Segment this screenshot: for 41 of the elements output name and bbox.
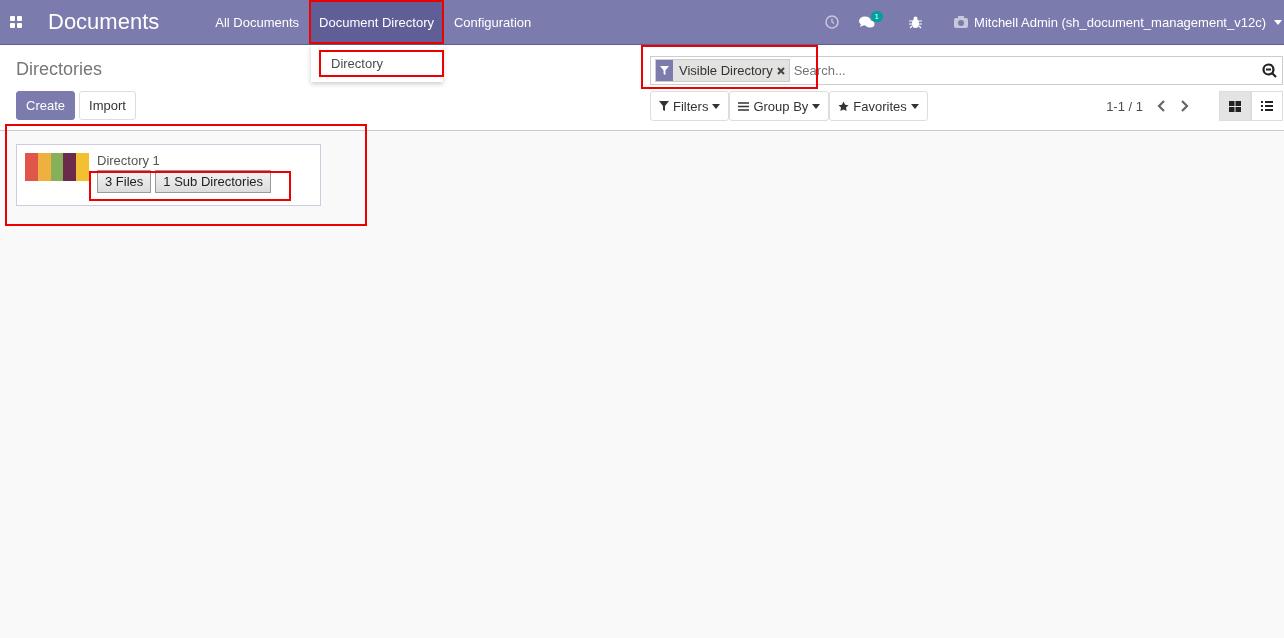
import-button[interactable]: Import: [79, 91, 136, 120]
list-lines-icon: [738, 101, 750, 111]
caret-icon: [812, 103, 821, 109]
star-icon: [838, 100, 850, 112]
remove-icon[interactable]: [776, 66, 785, 75]
user-menu[interactable]: Mitchell Admin (sh_document_management_v12c): [974, 14, 1282, 30]
search-option-button[interactable]: Filters: [650, 91, 730, 121]
breadcrumb-title: Directories: [16, 59, 103, 81]
camera-icon: [954, 16, 969, 28]
menu-item[interactable]: All Documents: [205, 0, 310, 44]
filter-icon: [660, 66, 669, 75]
chat-bubbles-icon: [858, 15, 875, 29]
app-title: Documents: [48, 9, 160, 35]
count-button[interactable]: 3 Files: [97, 170, 152, 193]
chevron-right-icon[interactable]: [1180, 100, 1189, 112]
list-icon: [1261, 101, 1273, 111]
directory-card[interactable]: Directory 1 3 Files 1 Sub Directories: [16, 144, 321, 206]
facet-label: Visible Directory: [678, 63, 774, 78]
messages-button[interactable]: [858, 15, 875, 29]
photo-placeholder: [25, 153, 89, 181]
caret-icon: [1274, 19, 1282, 25]
caret-icon: [712, 103, 721, 109]
bug-icon[interactable]: [909, 15, 923, 29]
grid-icon: [1229, 100, 1241, 112]
kanban-view-button[interactable]: [1219, 91, 1251, 121]
filter-icon: [659, 101, 669, 111]
pager-value: 1-1 / 1: [1106, 98, 1143, 114]
search-icon[interactable]: [1262, 63, 1277, 78]
create-button[interactable]: Create: [16, 91, 76, 120]
chevron-left-icon[interactable]: [1157, 100, 1166, 112]
search-option-button[interactable]: Group By: [729, 91, 830, 121]
menu-item[interactable]: Document Directory: [309, 0, 444, 44]
count-button[interactable]: 1 Sub Directories: [155, 170, 271, 193]
directory-name: Directory 1: [97, 153, 161, 168]
search-option-button[interactable]: Favorites: [829, 91, 928, 121]
caret-icon: [910, 103, 919, 109]
menu-item[interactable]: Configuration: [443, 0, 542, 44]
dropdown-item[interactable]: Directory: [319, 50, 444, 77]
list-view-button[interactable]: [1251, 91, 1283, 121]
message-count-badge: 1: [870, 10, 884, 22]
apps-menu-icon[interactable]: [10, 16, 22, 28]
